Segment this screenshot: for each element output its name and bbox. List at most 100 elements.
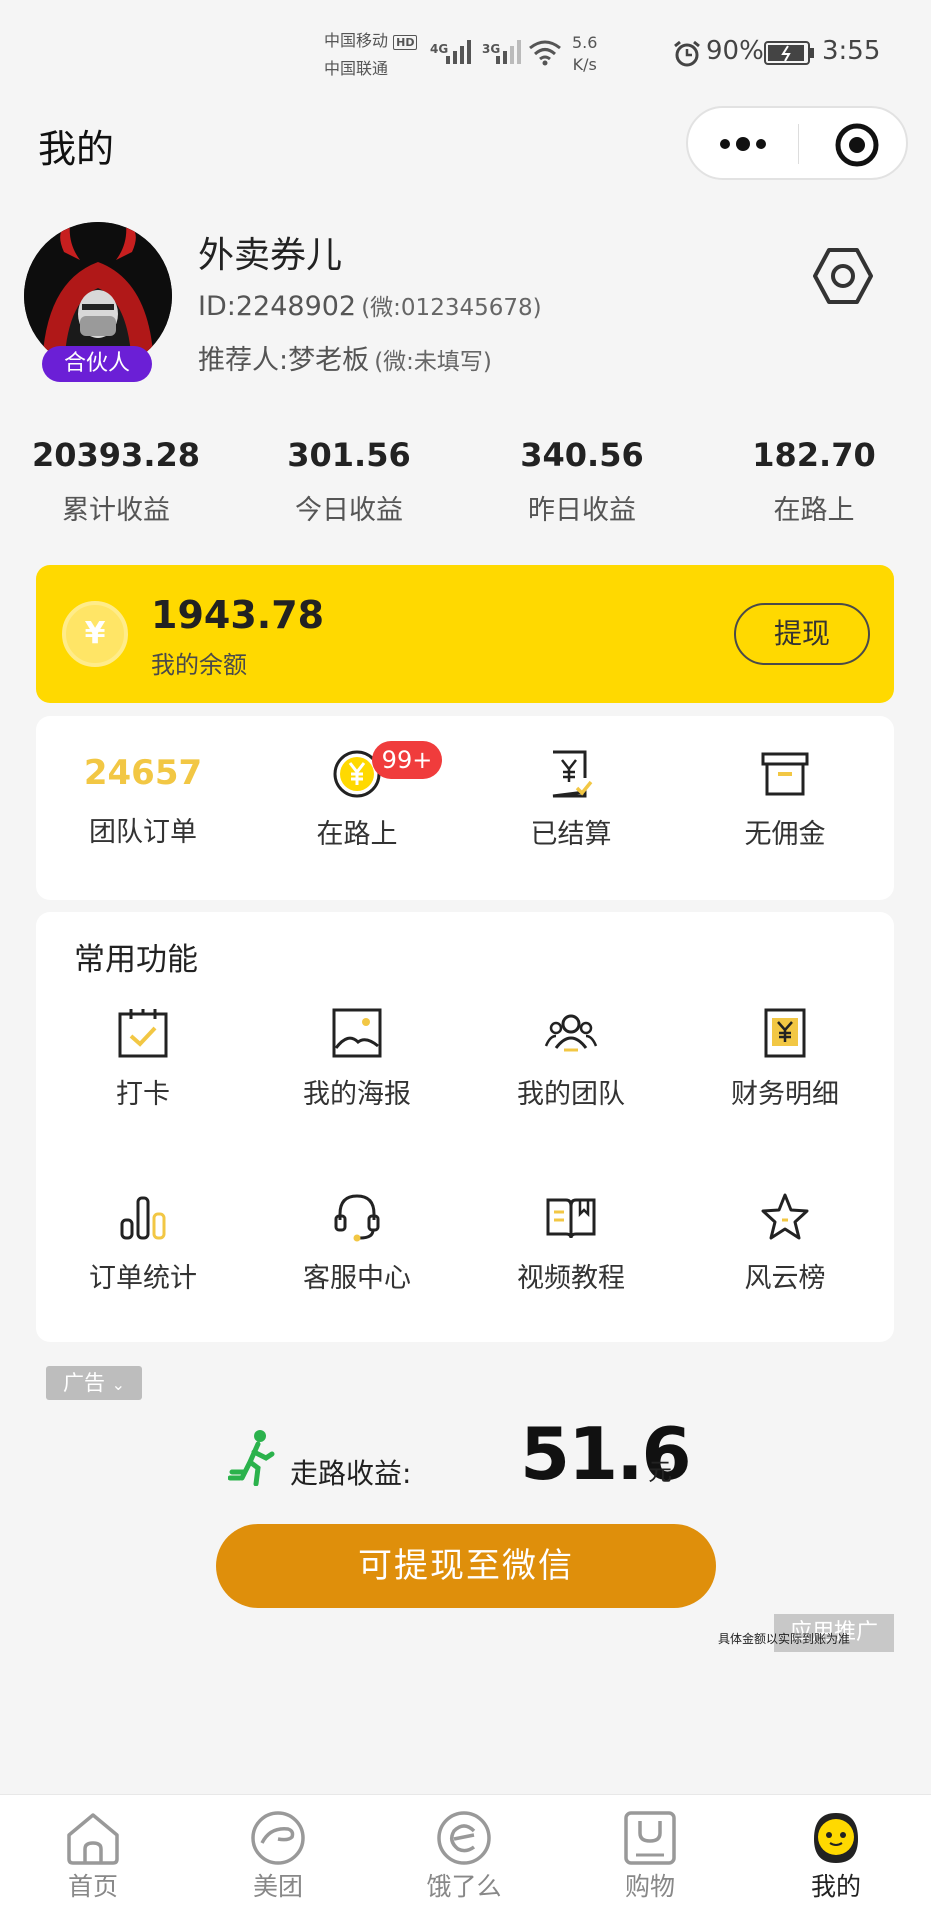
partner-badge: 合伙人 bbox=[42, 346, 152, 382]
battery-percent: 90% bbox=[706, 36, 764, 66]
walking-man-icon bbox=[228, 1430, 275, 1486]
tab-meituan[interactable]: 美团 bbox=[218, 1809, 338, 1903]
func-finance[interactable]: 财务明细 bbox=[678, 1006, 892, 1111]
func-video-tutorial-label: 视频教程 bbox=[517, 1263, 625, 1294]
stat-today-label: 今日收益 bbox=[295, 495, 403, 526]
tab-eleme-label: 饿了么 bbox=[426, 1872, 502, 1901]
func-leaderboard[interactable]: 风云榜 bbox=[678, 1190, 892, 1295]
tab-mine-label: 我的 bbox=[810, 1872, 861, 1901]
tab-bar: 首页 美团 饿了么 购物 我的 bbox=[0, 1794, 931, 1920]
bar-stats-icon bbox=[120, 1196, 166, 1240]
stat-total-label: 累计收益 bbox=[62, 495, 170, 526]
stat-onroad-label: 在路上 bbox=[773, 495, 855, 526]
onroad-label: 在路上 bbox=[316, 819, 398, 850]
alarm-icon bbox=[674, 40, 700, 67]
func-poster-label: 我的海报 bbox=[303, 1079, 411, 1110]
ad-tag[interactable]: 广告 ⌄ bbox=[46, 1366, 142, 1400]
stat-yesterday-value: 340.56 bbox=[520, 436, 644, 474]
status-bar: 中国移动 HD 中国联通 4G 3G 5.6 K/s 90% 3:55 bbox=[0, 0, 931, 100]
archive-box-icon bbox=[761, 752, 809, 796]
page-title: 我的 bbox=[38, 127, 115, 171]
settled-orders[interactable]: 已结算 bbox=[464, 748, 678, 851]
clock: 3:55 bbox=[822, 36, 881, 66]
referrer-wechat: (微:未填写) bbox=[374, 349, 492, 375]
finance-receipt-icon bbox=[764, 1008, 806, 1058]
mascot-icon bbox=[814, 1813, 858, 1863]
disclaimer: 具体金额以实际到账为准 bbox=[718, 1632, 851, 1646]
withdraw-to-wechat-button[interactable]: 可提现至微信 bbox=[216, 1524, 716, 1608]
stat-today-value: 301.56 bbox=[287, 436, 411, 474]
carrier-1: 中国移动 bbox=[324, 31, 389, 50]
home-icon bbox=[67, 1813, 119, 1865]
book-icon bbox=[546, 1198, 596, 1239]
func-order-stats-label: 订单统计 bbox=[89, 1263, 197, 1294]
func-team-label: 我的团队 bbox=[517, 1079, 625, 1110]
tab-eleme[interactable]: 饿了么 bbox=[404, 1809, 524, 1903]
hexagon-settings-icon[interactable] bbox=[812, 246, 874, 306]
checkin-calendar-icon bbox=[118, 1009, 168, 1058]
notification-badge: 99+ bbox=[372, 741, 442, 779]
balance-label: 我的余额 bbox=[151, 651, 247, 679]
poster-image-icon bbox=[332, 1008, 382, 1058]
func-checkin-label: 打卡 bbox=[116, 1079, 170, 1110]
referrer: 推荐人:梦老板 bbox=[198, 345, 370, 376]
func-leaderboard-label: 风云榜 bbox=[744, 1263, 826, 1294]
tab-meituan-label: 美团 bbox=[252, 1872, 303, 1901]
functions-title: 常用功能 bbox=[74, 942, 198, 978]
eleme-icon bbox=[437, 1811, 491, 1865]
stat-yesterday[interactable]: 340.56 昨日收益 bbox=[490, 436, 674, 527]
mini-program-capsule bbox=[686, 106, 908, 180]
more-dots-icon[interactable] bbox=[718, 132, 768, 156]
no-commission-orders[interactable]: 无佣金 bbox=[678, 748, 892, 851]
stat-total-value: 20393.28 bbox=[31, 436, 200, 474]
tab-shopping-label: 购物 bbox=[624, 1872, 675, 1901]
balance-card: ¥ 1943.78 我的余额 提现 bbox=[36, 565, 894, 703]
tab-shopping[interactable]: 购物 bbox=[590, 1809, 710, 1903]
stat-today[interactable]: 301.56 今日收益 bbox=[257, 436, 441, 527]
net-speed-unit: K/s bbox=[572, 55, 597, 74]
func-support[interactable]: 客服中心 bbox=[250, 1190, 464, 1295]
wifi-icon bbox=[529, 40, 561, 66]
func-poster[interactable]: 我的海报 bbox=[250, 1006, 464, 1111]
func-team[interactable]: 我的团队 bbox=[464, 1006, 678, 1111]
shopping-bag-icon bbox=[624, 1811, 676, 1865]
team-orders[interactable]: 24657 团队订单 bbox=[36, 748, 250, 849]
func-checkin[interactable]: 打卡 bbox=[36, 1006, 250, 1111]
carrier-2: 中国联通 bbox=[324, 59, 389, 78]
star-icon bbox=[761, 1193, 809, 1240]
signal-bars-2-icon bbox=[496, 40, 521, 64]
withdraw-button[interactable]: 提现 bbox=[734, 603, 870, 665]
headset-icon bbox=[334, 1194, 380, 1242]
func-finance-label: 财务明细 bbox=[731, 1079, 839, 1110]
signal-bars-icon bbox=[446, 40, 471, 64]
user-wechat: (微:012345678) bbox=[361, 295, 542, 321]
chevron-down-icon: ⌄ bbox=[111, 1375, 126, 1394]
user-name: 外卖券儿 bbox=[198, 235, 343, 276]
coin-icon: ¥ bbox=[62, 601, 128, 667]
target-icon[interactable] bbox=[834, 122, 880, 168]
walk-earnings-label: 走路收益: bbox=[290, 1457, 412, 1490]
tab-home[interactable]: 首页 bbox=[33, 1809, 153, 1903]
func-video-tutorial[interactable]: 视频教程 bbox=[464, 1190, 678, 1295]
stat-onroad[interactable]: 182.70 在路上 bbox=[722, 436, 906, 527]
settled-receipt-icon bbox=[552, 750, 593, 798]
balance-amount: 1943.78 bbox=[151, 593, 325, 637]
battery-icon bbox=[764, 41, 814, 65]
stat-yesterday-label: 昨日收益 bbox=[528, 495, 636, 526]
user-id: ID:2248902 bbox=[198, 291, 357, 322]
no-commission-label: 无佣金 bbox=[744, 819, 826, 850]
tab-mine[interactable]: 我的 bbox=[776, 1809, 896, 1903]
walk-earnings-unit: 元 bbox=[648, 1458, 672, 1486]
settled-label: 已结算 bbox=[530, 819, 612, 850]
stat-onroad-value: 182.70 bbox=[752, 436, 876, 474]
tab-home-label: 首页 bbox=[67, 1872, 118, 1901]
hd-badge: HD bbox=[393, 35, 418, 50]
meituan-icon bbox=[251, 1811, 305, 1865]
team-orders-count: 24657 bbox=[83, 753, 203, 793]
team-icon bbox=[544, 1014, 598, 1052]
func-order-stats[interactable]: 订单统计 bbox=[36, 1190, 250, 1295]
func-support-label: 客服中心 bbox=[303, 1263, 411, 1294]
stat-total[interactable]: 20393.28 累计收益 bbox=[24, 436, 208, 527]
team-orders-label: 团队订单 bbox=[89, 817, 197, 848]
net-speed: 5.6 bbox=[572, 33, 598, 52]
